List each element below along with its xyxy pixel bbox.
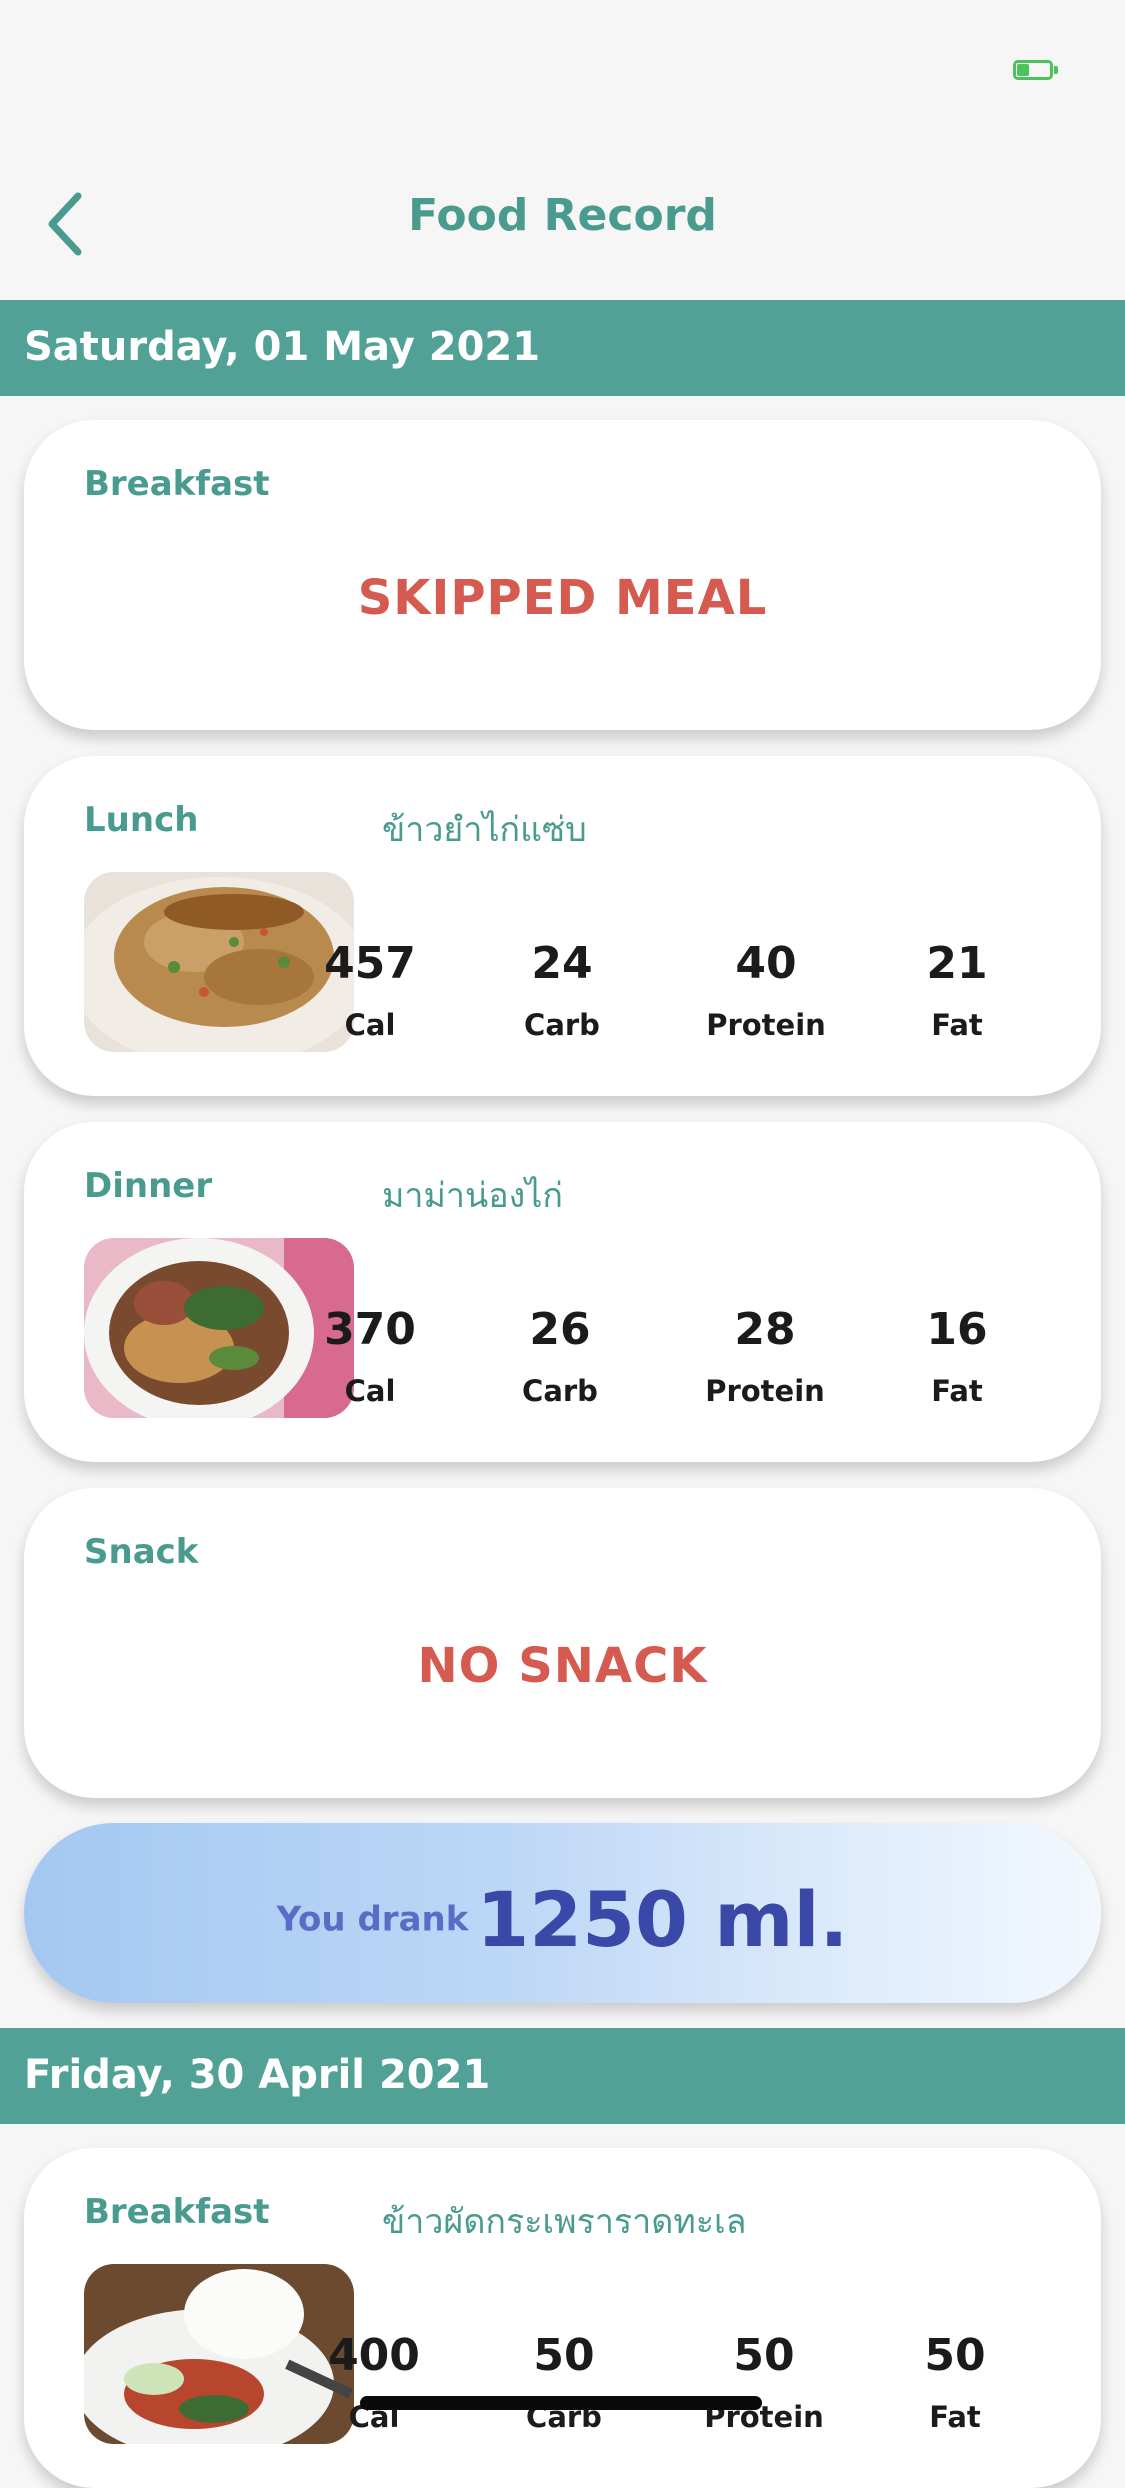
status-bar xyxy=(0,0,1125,140)
calories-stat: 370 Cal xyxy=(290,1304,450,1409)
date-label: Saturday, 01 May 2021 xyxy=(24,324,541,370)
meal-label: Dinner xyxy=(84,1166,213,1206)
carb-stat: 26 Carb xyxy=(480,1304,640,1409)
meal-label: Snack xyxy=(84,1532,199,1572)
carb-value: 24 xyxy=(531,938,593,989)
nav-header: Food Record xyxy=(0,140,1125,300)
page-title: Food Record xyxy=(408,190,717,241)
carb-stat: 50 Carb xyxy=(484,2330,644,2435)
meal-card-breakfast[interactable]: Breakfast ข้าวผัดกระเพราราดทะเล 400 Cal … xyxy=(24,2148,1101,2488)
meal-card-dinner[interactable]: Dinner มาม่าน่องไก่ 370 Cal 26 Carb 28 P… xyxy=(24,1122,1101,1462)
water-intake-card: You drank 1250 ml. xyxy=(24,1823,1101,2003)
fat-value: 21 xyxy=(926,938,988,989)
calories-value: 400 xyxy=(328,2330,420,2381)
fat-label: Fat xyxy=(929,2400,981,2434)
carb-value: 50 xyxy=(533,2330,595,2381)
food-name: ข้าวยำไก่แซ่บ xyxy=(382,810,587,850)
calories-label: Cal xyxy=(344,1374,396,1408)
protein-stat: 40 Protein xyxy=(686,938,846,1043)
fat-stat: 21 Fat xyxy=(877,938,1037,1043)
protein-value: 28 xyxy=(734,1304,796,1355)
no-snack-status: NO SNACK xyxy=(417,1638,708,1694)
protein-value: 40 xyxy=(735,938,797,989)
carb-stat: 24 Carb xyxy=(482,938,642,1043)
protein-label: Protein xyxy=(705,1374,825,1408)
fat-value: 16 xyxy=(926,1304,988,1355)
calories-stat: 400 Cal xyxy=(294,2330,454,2435)
food-name: ข้าวผัดกระเพราราดทะเล xyxy=(382,2202,747,2242)
protein-value: 50 xyxy=(733,2330,795,2381)
calories-value: 457 xyxy=(324,938,416,989)
meal-label: Breakfast xyxy=(84,2192,270,2232)
protein-stat: 50 Protein xyxy=(684,2330,844,2435)
date-label: Friday, 30 April 2021 xyxy=(24,2052,491,2098)
fat-stat: 16 Fat xyxy=(877,1304,1037,1409)
water-amount: 1250 ml. xyxy=(476,1875,849,1964)
carb-label: Carb xyxy=(524,1008,600,1042)
meal-card-lunch[interactable]: Lunch ข้าวยำไก่แซ่บ 457 Cal 24 Carb 40 P… xyxy=(24,756,1101,1096)
protein-stat: 28 Protein xyxy=(685,1304,845,1409)
calories-stat: 457 Cal xyxy=(290,938,450,1043)
protein-label: Protein xyxy=(706,1008,826,1042)
food-name: มาม่าน่องไก่ xyxy=(382,1176,563,1216)
calories-label: Cal xyxy=(344,1008,396,1042)
fat-stat: 50 Fat xyxy=(875,2330,1035,2435)
calories-value: 370 xyxy=(324,1304,416,1355)
battery-icon xyxy=(1013,60,1059,80)
meal-card-breakfast[interactable]: Breakfast SKIPPED MEAL xyxy=(24,420,1101,730)
meal-label: Lunch xyxy=(84,800,199,840)
water-prefix: You drank xyxy=(276,1899,469,1940)
fat-label: Fat xyxy=(931,1008,983,1042)
meal-label: Breakfast xyxy=(84,464,270,504)
meal-card-snack[interactable]: Snack NO SNACK xyxy=(24,1488,1101,1798)
date-header: Friday, 30 April 2021 xyxy=(0,2028,1125,2124)
fat-label: Fat xyxy=(931,1374,983,1408)
carb-label: Carb xyxy=(522,1374,598,1408)
skipped-meal-status: SKIPPED MEAL xyxy=(357,570,768,626)
fat-value: 50 xyxy=(924,2330,986,2381)
carb-value: 26 xyxy=(529,1304,591,1355)
date-header: Saturday, 01 May 2021 xyxy=(0,300,1125,396)
home-indicator[interactable] xyxy=(360,2396,762,2410)
